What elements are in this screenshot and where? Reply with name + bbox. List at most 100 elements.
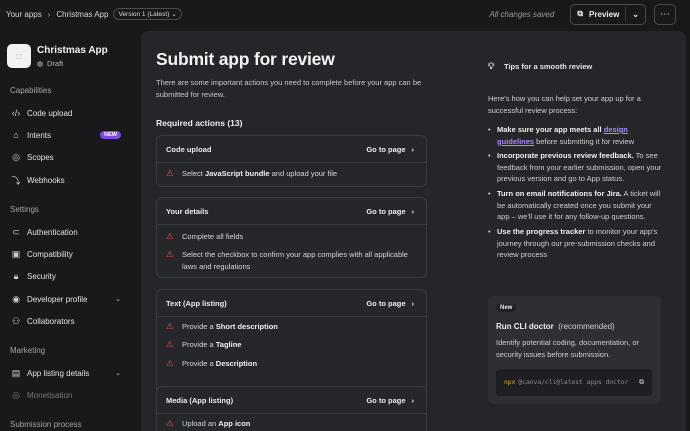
bullet: • — [488, 227, 491, 236]
preview-label: Preview — [589, 9, 620, 19]
divider — [157, 224, 426, 225]
sidebar-item-authentication[interactable]: ⊂ Authentication — [11, 225, 133, 239]
tip-text: Turn on email notifications for Jira. A … — [497, 189, 661, 221]
go-to-page-label: Go to page — [366, 396, 406, 405]
card-title: Text (App listing) — [166, 299, 227, 308]
tip-item: • Use the progress tracker to monitor yo… — [488, 226, 663, 261]
page-title: Submit app for review — [156, 49, 335, 69]
task-text: Provide a Description — [182, 359, 258, 368]
required-actions-heading: Required actions (13) — [156, 118, 243, 128]
app-name: Christmas App — [37, 45, 108, 56]
go-to-page-link[interactable]: Go to page › — [366, 396, 414, 405]
breadcrumb-your-apps[interactable]: Your apps — [6, 10, 42, 19]
tips-heading: 💡︎ Tips for a smooth review — [488, 61, 663, 71]
sidebar-item-security[interactable]: 🔒︎ Security — [11, 269, 133, 283]
warning-triangle-icon: ⚠ — [166, 358, 174, 368]
chevron-down-icon: ⌄ — [632, 9, 639, 19]
status-dot-icon — [37, 60, 43, 67]
sidebar-item-collaborators[interactable]: ⚇ Collaborators — [11, 314, 133, 328]
new-badge: NEW — [100, 131, 121, 139]
card-title: Media (App listing) — [166, 396, 234, 405]
tips-heading-label: Tips for a smooth review — [504, 61, 593, 71]
preview-button[interactable]: ⧉ Preview ⌄ — [570, 3, 646, 25]
tip-text: Use the progress tracker to monitor your… — [497, 227, 658, 259]
cli-description: Identify potential coding, documentation… — [496, 338, 640, 359]
section-settings: Settings — [10, 205, 39, 214]
cli-title: Run CLI doctor (recommended) — [496, 322, 615, 331]
webhooks-icon: ⤵ — [11, 175, 21, 186]
compatibility-icon: ▣ — [11, 248, 21, 259]
version-select[interactable]: Version 1 (Latest) ⌄ — [113, 8, 182, 20]
section-marketing: Marketing — [10, 346, 46, 355]
chevron-right-icon: › — [47, 9, 51, 19]
app-header: ⬚ Christmas App Draft — [7, 44, 108, 68]
lightbulb-icon: 💡︎ — [488, 61, 495, 71]
sidebar-item-compatibility[interactable]: ▣ Compatibility — [11, 247, 133, 261]
go-to-page-link[interactable]: Go to page › — [366, 299, 414, 308]
authentication-icon: ⊂ — [12, 226, 20, 237]
cli-doctor-card: New Run CLI doctor (recommended) Identif… — [488, 296, 661, 404]
sidebar-item-label: Collaborators — [27, 316, 75, 326]
sidebar-item-code-upload[interactable]: ‹/› Code upload — [11, 106, 133, 120]
task-text: Select JavaScript bundle and upload your… — [182, 169, 338, 178]
app-status-label: Draft — [47, 59, 64, 68]
task-item: ⚠ Upload an App icon — [166, 418, 421, 430]
bullet: • — [488, 189, 491, 198]
task-text: Complete all fields — [182, 232, 244, 241]
chevron-down-icon: ⌄ — [115, 296, 121, 303]
sidebar-item-label: Authentication — [27, 227, 78, 237]
more-options-button[interactable]: ⋯ — [654, 3, 676, 25]
intents-icon: ⌂ — [13, 130, 19, 140]
sidebar-item-developer-profile[interactable]: ◉ Developer profile ⌄ — [11, 292, 133, 306]
tip-item: • Make sure your app meets all design gu… — [488, 124, 663, 147]
tip-item: • Turn on email notifications for Jira. … — [488, 188, 663, 223]
card-title: Your details — [166, 207, 209, 216]
go-to-page-link[interactable]: Go to page › — [366, 145, 414, 154]
task-item: ⚠ Provide a Short description — [166, 321, 421, 333]
action-card-your-details: Your details Go to page › ⚠ Complete all… — [156, 197, 427, 278]
breadcrumb-app[interactable]: Christmas App — [56, 10, 108, 19]
sidebar-item-webhooks[interactable]: ⤵ Webhooks — [11, 173, 133, 187]
save-status: All changes saved — [489, 9, 555, 19]
copy-icon[interactable]: ⧉ — [639, 378, 644, 387]
app-status: Draft — [37, 59, 108, 68]
sidebar-item-monetisation[interactable]: ◎ Monetisation — [11, 388, 133, 402]
bullet: • — [488, 125, 491, 134]
collaborators-icon: ⚇ — [11, 315, 21, 326]
tip-item: • Incorporate previous review feedback. … — [488, 150, 663, 185]
warning-triangle-icon: ⚠ — [166, 418, 174, 428]
version-label: Version 1 (Latest) — [118, 10, 170, 18]
sidebar-item-intents[interactable]: ⌂ Intents NEW — [11, 128, 133, 142]
sidebar-item-label: Compatibility — [27, 249, 73, 259]
divider — [157, 413, 426, 414]
section-capabilities: Capabilities — [10, 86, 52, 95]
go-to-page-label: Go to page — [366, 207, 406, 216]
chevron-right-icon: › — [411, 396, 415, 405]
section-submission: Submission process — [10, 420, 82, 429]
sidebar-item-label: Code upload — [27, 108, 73, 118]
sidebar-item-app-listing-details[interactable]: ▤ App listing details ⌄ — [11, 366, 133, 380]
user-icon: ◉ — [12, 293, 20, 304]
go-to-page-link[interactable]: Go to page › — [366, 207, 414, 216]
action-card-code-upload: Code upload Go to page › ⚠ Select JavaSc… — [156, 135, 427, 187]
code-npx: npx — [504, 379, 516, 386]
chevron-right-icon: › — [411, 207, 415, 216]
warning-triangle-icon: ⚠ — [166, 339, 174, 349]
external-link-icon: ⧉ — [577, 9, 584, 18]
main-panel: Submit app for review There are some imp… — [141, 31, 686, 431]
chevron-down-icon: ⌄ — [171, 11, 177, 18]
card-title: Code upload — [166, 145, 212, 154]
app-logo-icon: ⬚ — [7, 44, 31, 68]
task-item: ⚠ Select JavaScript bundle and upload yo… — [166, 168, 421, 180]
action-card-media-listing: Media (App listing) Go to page › ⚠ Uploa… — [156, 386, 427, 431]
listing-icon: ▤ — [11, 367, 21, 378]
task-item: ⚠ Complete all fields — [166, 231, 421, 243]
sidebar-item-label: Security — [27, 271, 56, 281]
sidebar-item-scopes[interactable]: ◎ Scopes — [11, 150, 133, 164]
scopes-icon: ◎ — [12, 151, 20, 162]
warning-triangle-icon: ⚠ — [166, 231, 174, 241]
chevron-right-icon: › — [411, 299, 415, 308]
more-dots-icon: ⋯ — [660, 8, 670, 20]
go-to-page-label: Go to page — [366, 145, 406, 154]
tip-text: Incorporate previous review feedback. To… — [497, 151, 662, 183]
